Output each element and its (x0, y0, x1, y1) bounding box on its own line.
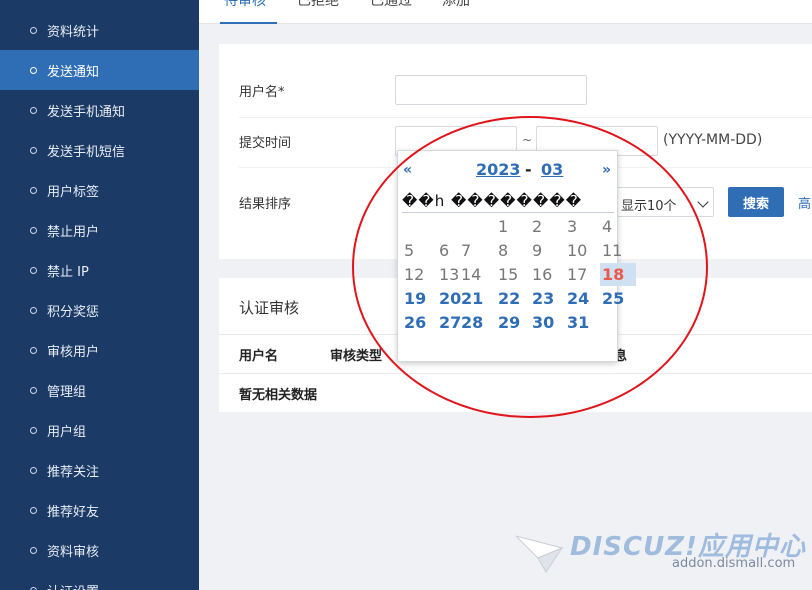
next-month-button[interactable]: » (602, 162, 611, 178)
bullet-icon (30, 106, 37, 114)
sidebar-item-user-tags[interactable]: 用户标签 (0, 170, 199, 210)
column-header-username: 用户名 (239, 349, 279, 364)
date-format-hint: (YYYY-MM-DD) (663, 132, 763, 148)
sidebar-item-ban-user[interactable]: 禁止用户 (0, 210, 199, 250)
bullet-icon (30, 66, 37, 74)
calendar-day[interactable]: 31 (567, 313, 589, 332)
calendar-day[interactable]: 28 (461, 313, 483, 332)
prev-month-button[interactable]: « (403, 162, 412, 178)
date-range-separator: ~ (522, 133, 533, 147)
bullet-icon (30, 426, 37, 434)
calendar-month[interactable]: 03 (541, 160, 563, 179)
row-divider (239, 117, 812, 118)
bullet-icon (30, 186, 37, 194)
sidebar-item-profile-review[interactable]: 资料审核 (0, 530, 199, 570)
calendar-day[interactable]: 4 (602, 217, 612, 236)
calendar-day[interactable]: 26 (404, 313, 426, 332)
bullet-icon (30, 586, 37, 590)
calendar-day[interactable]: 13 (439, 265, 459, 284)
calendar-day[interactable]: 29 (498, 313, 520, 332)
tab-rejected[interactable]: 已拒绝 (297, 0, 339, 24)
bullet-icon (30, 466, 37, 474)
calendar-day[interactable]: 5 (404, 241, 414, 260)
username-input[interactable] (395, 75, 587, 105)
calendar-day[interactable]: 2 (532, 217, 542, 236)
calendar-day[interactable]: 17 (567, 265, 587, 284)
chevron-down-icon (697, 196, 709, 208)
calendar-day[interactable]: 27 (439, 313, 461, 332)
bullet-icon (30, 386, 37, 394)
bullet-icon (30, 306, 37, 314)
sidebar-item-admin-groups[interactable]: 管理组 (0, 370, 199, 410)
calendar-day[interactable]: 20 (439, 289, 461, 308)
bullet-icon (30, 266, 37, 274)
calendar-day[interactable]: 25 (602, 289, 624, 308)
calendar-day[interactable]: 21 (461, 289, 483, 308)
sidebar-item-verify-settings[interactable]: 认证设置 (0, 570, 199, 590)
bullet-icon (30, 346, 37, 354)
calendar-year[interactable]: 2023 (476, 160, 521, 179)
calendar-weekday-header: ��h �������� (402, 192, 583, 210)
calendar-day[interactable]: 22 (498, 289, 520, 308)
sidebar-item-send-sms[interactable]: 发送手机短信 (0, 130, 199, 170)
bullet-icon (30, 26, 37, 34)
active-tab-indicator (220, 22, 277, 24)
username-label: 用户名* (239, 85, 285, 100)
calendar-day[interactable]: 23 (532, 289, 554, 308)
sidebar-item-send-notice[interactable]: 发送通知 (0, 50, 199, 90)
sidebar: 资料统计 发送通知 发送手机通知 发送手机短信 用户标签 禁止用户 禁止 IP … (0, 0, 199, 590)
results-divider (219, 373, 812, 374)
tab-bar (199, 0, 812, 24)
sidebar-item-moderate-users[interactable]: 审核用户 (0, 330, 199, 370)
advanced-search-link[interactable]: 高 (798, 193, 811, 212)
sort-label: 结果排序 (239, 197, 292, 212)
sidebar-item-profile-stats[interactable]: 资料统计 (0, 10, 199, 50)
calendar-year-month-separator: - (525, 160, 532, 179)
calendar-day[interactable]: 1 (498, 217, 508, 236)
calendar-day[interactable]: 3 (567, 217, 577, 236)
bullet-icon (30, 506, 37, 514)
tab-add[interactable]: 添加 (442, 0, 470, 24)
sidebar-item-recommend-follow[interactable]: 推荐关注 (0, 450, 199, 490)
calendar-day[interactable]: 8 (498, 241, 508, 260)
calendar-day[interactable]: 15 (498, 265, 518, 284)
tab-pending[interactable]: 待审核 (224, 0, 266, 24)
results-title: 认证审核 (239, 299, 300, 317)
bullet-icon (30, 546, 37, 554)
empty-state-message: 暂无相关数据 (239, 388, 318, 403)
calendar-day[interactable]: 30 (532, 313, 554, 332)
calendar-day[interactable]: 16 (532, 265, 552, 284)
watermark-url: addon.dismall.com (672, 556, 796, 571)
submit-time-label: 提交时间 (239, 136, 292, 151)
calendar-day[interactable]: 24 (567, 289, 589, 308)
bullet-icon (30, 146, 37, 154)
calendar-day[interactable]: 7 (461, 241, 471, 260)
calendar-day[interactable]: 12 (404, 265, 424, 284)
column-header-review-type: 审核类型 (330, 349, 383, 364)
bullet-icon (30, 226, 37, 234)
tab-approved[interactable]: 已通过 (370, 0, 412, 24)
sidebar-item-credits[interactable]: 积分奖惩 (0, 290, 199, 330)
calendar-day[interactable]: 19 (404, 289, 426, 308)
sidebar-item-recommend-friends[interactable]: 推荐好友 (0, 490, 199, 530)
search-button[interactable]: 搜索 (728, 187, 784, 217)
sidebar-item-ban-ip[interactable]: 禁止 IP (0, 250, 199, 290)
sidebar-item-send-mobile-notice[interactable]: 发送手机通知 (0, 90, 199, 130)
calendar-header-divider (402, 212, 614, 213)
calendar-day-today[interactable]: 18 (600, 263, 637, 286)
calendar-day[interactable]: 9 (532, 241, 542, 260)
calendar-day[interactable]: 10 (567, 241, 587, 260)
calendar-day[interactable]: 11 (602, 241, 622, 260)
sidebar-item-user-groups[interactable]: 用户组 (0, 410, 199, 450)
calendar-day[interactable]: 14 (461, 265, 481, 284)
calendar-day[interactable]: 6 (439, 241, 449, 260)
